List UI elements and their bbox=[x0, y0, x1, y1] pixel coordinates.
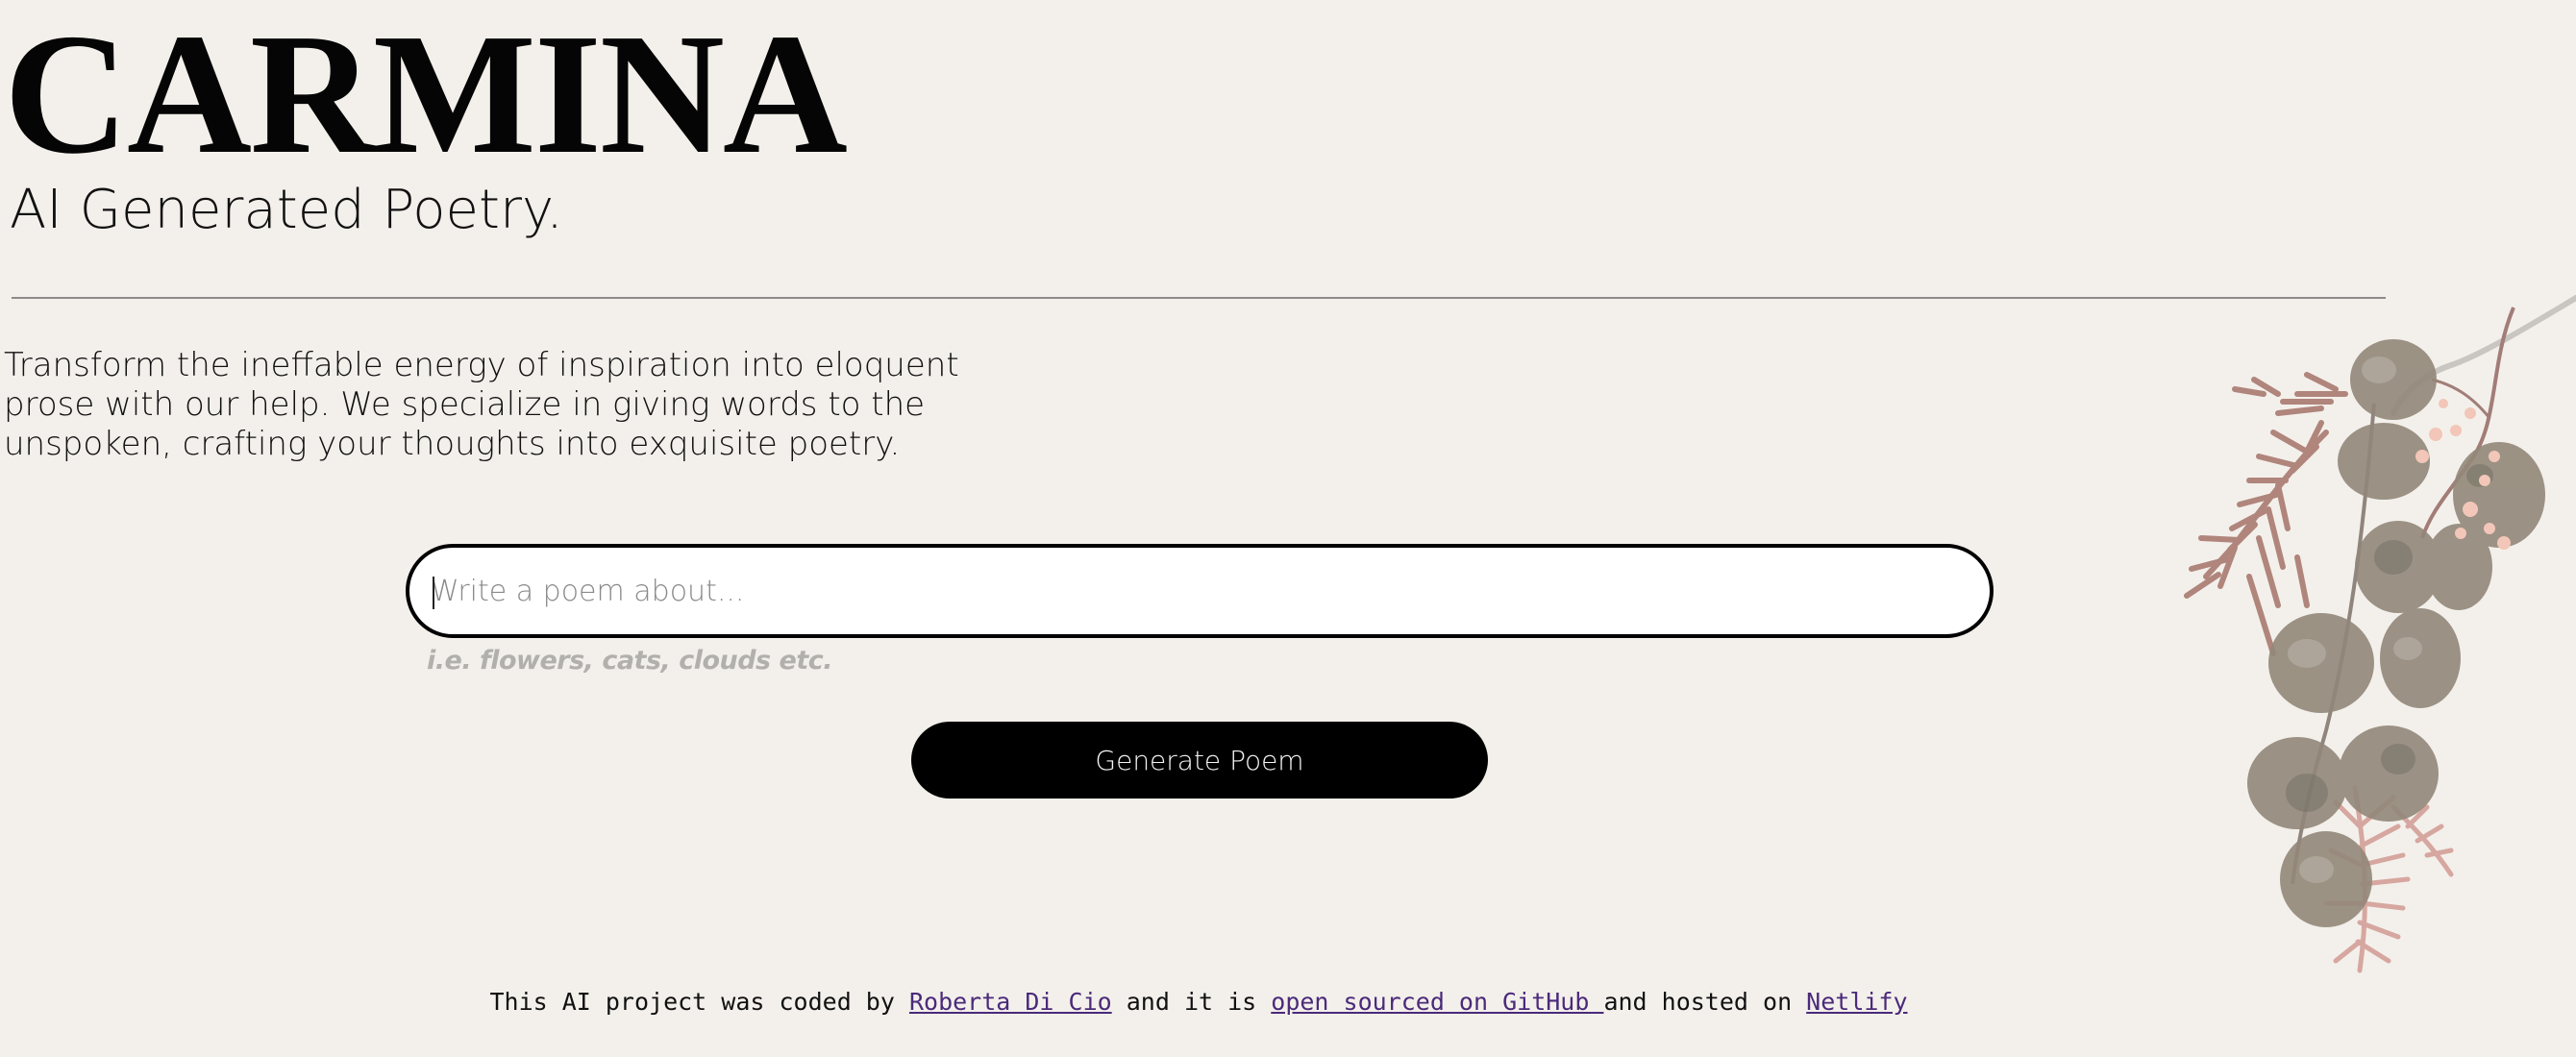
brand-logo: CARMINA bbox=[4, 0, 848, 189]
author-link[interactable]: Roberta Di Cio bbox=[909, 988, 1112, 1016]
footer-text-2: and it is bbox=[1111, 988, 1272, 1016]
header-divider bbox=[12, 297, 2386, 299]
page-subtitle: AI Generated Poetry. bbox=[10, 179, 563, 241]
netlify-link[interactable]: Netlify bbox=[1806, 988, 1907, 1016]
eucalyptus-branch-icon bbox=[2184, 295, 2576, 973]
text-cursor bbox=[433, 577, 434, 609]
footer-text-1: This AI project was coded by bbox=[489, 988, 909, 1016]
input-hint: i.e. flowers, cats, clouds etc. bbox=[427, 646, 833, 676]
footer-text-3: and hosted on bbox=[1603, 988, 1807, 1016]
poem-topic-input[interactable] bbox=[431, 548, 1949, 634]
poem-input-wrapper[interactable] bbox=[406, 544, 1994, 638]
github-link[interactable]: open sourced on GitHub bbox=[1271, 988, 1603, 1016]
footer: This AI project was coded by Roberta Di … bbox=[0, 988, 2397, 1016]
generate-poem-button[interactable]: Generate Poem bbox=[911, 722, 1488, 799]
intro-text: Transform the ineffable energy of inspir… bbox=[4, 346, 959, 463]
